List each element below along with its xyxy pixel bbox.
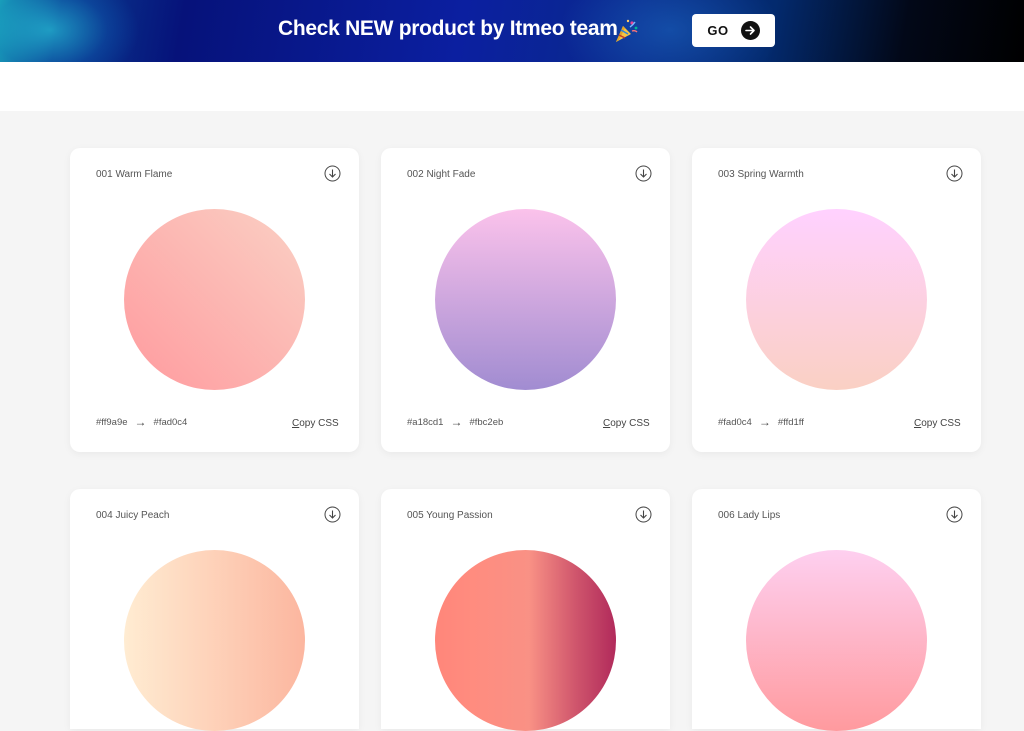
gradient-codes: #a18cd1 → #fbc2eb: [407, 415, 503, 429]
gradient-name: 006 Lady Lips: [718, 510, 781, 521]
copy-css-button[interactable]: Copy CSS: [292, 418, 339, 429]
go-button-label: GO: [707, 23, 729, 38]
download-icon[interactable]: [324, 506, 341, 523]
color-code-to[interactable]: #ffd1ff: [778, 417, 804, 428]
download-icon[interactable]: [635, 506, 652, 523]
gradient-name: 001 Warm Flame: [96, 169, 173, 180]
gradient-card: 004 Juicy Peach: [70, 489, 359, 731]
gradient-card: 001 Warm Flame #ff9a9e → #fad0c4 Copy CS…: [70, 148, 359, 452]
download-icon[interactable]: [946, 506, 963, 523]
promo-banner: Check NEW product by Itmeo team GO: [0, 0, 1024, 62]
gradient-name: 004 Juicy Peach: [96, 510, 170, 521]
download-icon[interactable]: [635, 165, 652, 182]
gradient-card: 006 Lady Lips: [692, 489, 981, 731]
arrow-right-icon: →: [134, 415, 147, 429]
gradient-name: 002 Night Fade: [407, 169, 476, 180]
banner-text: Check NEW product by Itmeo team: [278, 17, 618, 40]
gradient-name: 005 Young Passion: [407, 510, 493, 521]
color-code-from[interactable]: #ff9a9e: [96, 417, 128, 428]
arrow-right-icon: →: [450, 415, 463, 429]
gradient-codes: #fad0c4 → #ffd1ff: [718, 415, 804, 429]
gradient-swatch[interactable]: [746, 209, 927, 390]
gradient-name: 003 Spring Warmth: [718, 169, 804, 180]
arrow-right-icon: [740, 21, 760, 40]
color-code-to[interactable]: #fad0c4: [154, 417, 188, 428]
go-button[interactable]: GO: [692, 14, 775, 47]
download-icon[interactable]: [946, 165, 963, 182]
header-area: [0, 62, 1024, 111]
download-icon[interactable]: [324, 165, 341, 182]
gradient-card: 005 Young Passion: [381, 489, 670, 731]
gradient-swatch[interactable]: [435, 550, 616, 731]
gradient-swatch[interactable]: [124, 209, 305, 390]
gradient-swatch[interactable]: [435, 209, 616, 390]
gradient-swatch[interactable]: [746, 550, 927, 731]
color-code-from[interactable]: #fad0c4: [718, 417, 752, 428]
gradient-swatch[interactable]: [124, 550, 305, 731]
copy-css-button[interactable]: Copy CSS: [603, 418, 650, 429]
gradient-card: 003 Spring Warmth #fad0c4 → #ffd1ff Copy…: [692, 148, 981, 452]
gradient-codes: #ff9a9e → #fad0c4: [96, 415, 187, 429]
gradient-card: 002 Night Fade #a18cd1 → #fbc2eb Copy CS…: [381, 148, 670, 452]
arrow-right-icon: →: [758, 415, 771, 429]
color-code-from[interactable]: #a18cd1: [407, 417, 443, 428]
color-code-to[interactable]: #fbc2eb: [469, 417, 503, 428]
copy-css-button[interactable]: Copy CSS: [914, 418, 961, 429]
party-popper-icon: [616, 19, 638, 42]
